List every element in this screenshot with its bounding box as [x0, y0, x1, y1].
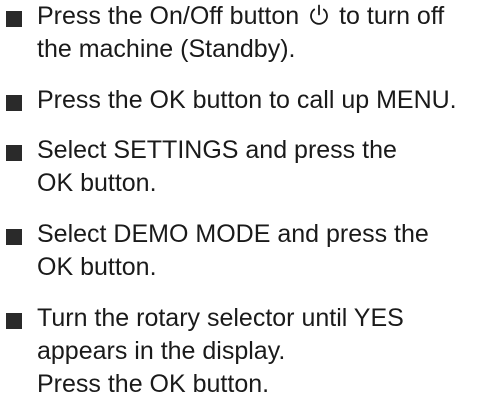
instruction-line: Select SETTINGS and press the: [37, 136, 397, 164]
instruction-line: Turn the rotary selector until YES: [37, 304, 404, 332]
instruction-line: OK button.: [37, 253, 157, 281]
instruction-line: OK button.: [37, 169, 157, 197]
instruction-text-segment: to turn off: [339, 2, 445, 30]
instruction-text: Select DEMO MODE and press the OK button…: [37, 218, 477, 284]
instruction-line: Press the OK button to call up MENU.: [37, 86, 457, 114]
square-bullet-icon: [6, 11, 22, 27]
instruction-line: Press the OK button.: [37, 370, 270, 398]
power-icon: [307, 3, 331, 27]
instruction-text: Press the On/Off button to turn off the …: [37, 0, 477, 66]
square-bullet-icon: [6, 95, 22, 111]
instruction-text-segment: Press the On/Off button: [37, 2, 300, 30]
instruction-line: Select DEMO MODE and press the: [37, 220, 429, 248]
square-bullet-icon: [6, 313, 22, 329]
instruction-line: the machine (Standby).: [37, 35, 296, 63]
square-bullet-icon: [6, 145, 22, 161]
instruction-line: Press the On/Off button to turn off: [37, 0, 477, 33]
instruction-text: Turn the rotary selector until YES appea…: [37, 302, 477, 401]
instruction-line: appears in the display.: [37, 337, 286, 365]
instruction-text: Select SETTINGS and press the OK button.: [37, 134, 477, 200]
instruction-list: Press the On/Off button to turn off the …: [0, 0, 478, 398]
instruction-text: Press the OK button to call up MENU.: [37, 84, 477, 117]
square-bullet-icon: [6, 229, 22, 245]
